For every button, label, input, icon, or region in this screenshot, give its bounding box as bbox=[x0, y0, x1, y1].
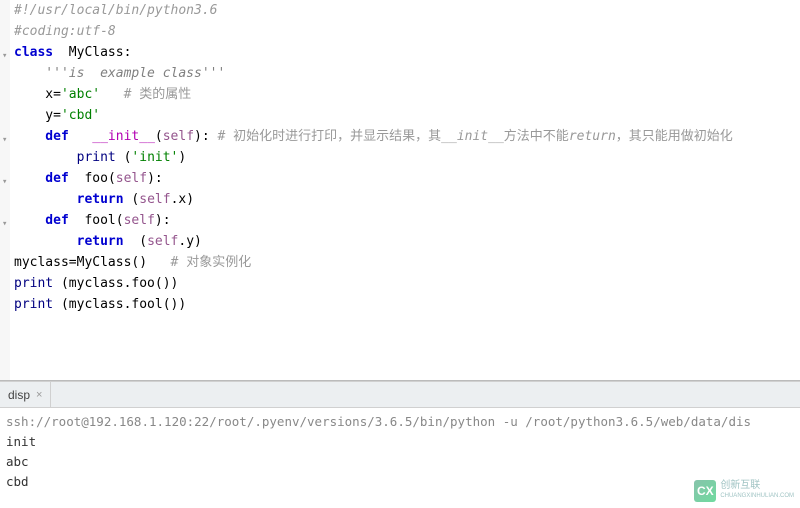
string-literal: 'abc' bbox=[61, 87, 100, 102]
builtin-print: print bbox=[14, 297, 61, 312]
self-ref: self bbox=[139, 192, 170, 207]
func-foo: foo bbox=[69, 171, 108, 186]
watermark-logo: CX bbox=[694, 480, 716, 502]
fold-icon[interactable]: ▾ bbox=[2, 130, 12, 140]
code-line[interactable]: #coding:utf-8 bbox=[14, 21, 800, 42]
self-param: self bbox=[124, 213, 155, 228]
string-literal: 'cbd' bbox=[61, 108, 100, 123]
code-line[interactable]: print ('init') bbox=[14, 147, 800, 168]
class-name: MyClass: bbox=[53, 45, 131, 60]
console-output[interactable]: ssh://root@192.168.1.120:22/root/.pyenv/… bbox=[0, 408, 800, 496]
func-init: __init__ bbox=[69, 129, 155, 144]
tab-label: disp bbox=[8, 388, 30, 402]
console-tab-disp[interactable]: disp × bbox=[0, 382, 51, 407]
builtin-print: print bbox=[77, 150, 124, 165]
code-line[interactable]: myclass=MyClass() # 对象实例化 bbox=[14, 252, 800, 273]
assign-x: x= bbox=[14, 87, 61, 102]
code-line[interactable]: x='abc' # 类的属性 bbox=[14, 84, 800, 105]
coding-comment: #coding:utf-8 bbox=[14, 24, 116, 39]
code-line[interactable]: ▾ def fool(self): bbox=[14, 210, 800, 231]
keyword-class: class bbox=[14, 45, 53, 60]
fold-icon[interactable]: ▾ bbox=[2, 214, 12, 224]
code-editor[interactable]: #!/usr/local/bin/python3.6 #coding:utf-8… bbox=[0, 0, 800, 380]
code-line[interactable]: print (myclass.foo()) bbox=[14, 273, 800, 294]
fold-icon[interactable]: ▾ bbox=[2, 46, 12, 56]
console-tab-bar: disp × bbox=[0, 382, 800, 408]
assign-y: y= bbox=[14, 108, 61, 123]
keyword-return: return bbox=[77, 192, 124, 207]
console-line: init bbox=[6, 432, 794, 452]
code-line[interactable]: print (myclass.fool()) bbox=[14, 294, 800, 315]
code-line[interactable]: return (self.x) bbox=[14, 189, 800, 210]
inline-comment: # 初始化时进行打印，并显示结果，其 bbox=[218, 129, 442, 144]
string-literal: 'init' bbox=[131, 150, 178, 165]
docstring: '''is example class''' bbox=[14, 66, 225, 81]
watermark-text: 创新互联 CHUANGXINHULIAN.COM bbox=[720, 481, 794, 501]
watermark: CX 创新互联 CHUANGXINHULIAN.COM bbox=[694, 480, 794, 502]
self-param: self bbox=[163, 129, 194, 144]
keyword-def: def bbox=[14, 129, 69, 144]
builtin-print: print bbox=[14, 276, 61, 291]
console-command: ssh://root@192.168.1.120:22/root/.pyenv/… bbox=[6, 412, 794, 432]
keyword-def: def bbox=[14, 213, 69, 228]
code-line[interactable]: return (self.y) bbox=[14, 231, 800, 252]
close-icon[interactable]: × bbox=[36, 389, 42, 401]
inline-comment: # 类的属性 bbox=[100, 87, 191, 102]
code-line[interactable]: y='cbd' bbox=[14, 105, 800, 126]
func-fool: fool bbox=[69, 213, 116, 228]
fold-icon[interactable]: ▾ bbox=[2, 172, 12, 182]
self-param: self bbox=[116, 171, 147, 186]
console-line: abc bbox=[6, 452, 794, 472]
code-line[interactable]: ▾ def foo(self): bbox=[14, 168, 800, 189]
code-line[interactable]: #!/usr/local/bin/python3.6 bbox=[14, 0, 800, 21]
instantiation: myclass=MyClass() bbox=[14, 255, 171, 270]
console-line: cbd bbox=[6, 472, 794, 492]
self-ref: self bbox=[147, 234, 178, 249]
keyword-def: def bbox=[14, 171, 69, 186]
code-content[interactable]: #!/usr/local/bin/python3.6 #coding:utf-8… bbox=[0, 0, 800, 315]
shebang-comment: #!/usr/local/bin/python3.6 bbox=[14, 3, 218, 18]
inline-comment: # 对象实例化 bbox=[171, 255, 252, 270]
code-line[interactable]: ▾ def __init__(self): # 初始化时进行打印，并显示结果，其… bbox=[14, 126, 800, 147]
keyword-return: return bbox=[77, 234, 124, 249]
code-line[interactable]: '''is example class''' bbox=[14, 63, 800, 84]
code-line[interactable]: ▾class MyClass: bbox=[14, 42, 800, 63]
